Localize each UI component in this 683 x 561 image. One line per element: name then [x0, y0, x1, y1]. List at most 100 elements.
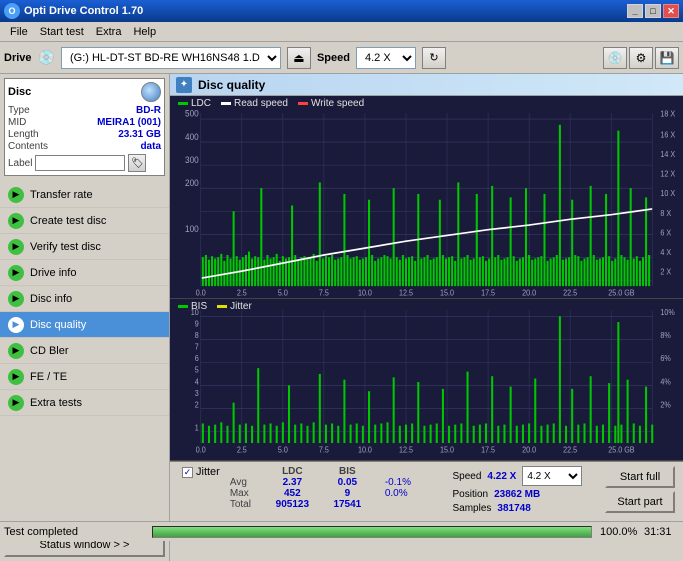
speed-row: Speed 4.22 X 4.2 X	[453, 466, 583, 486]
svg-text:16 X: 16 X	[660, 130, 675, 140]
svg-text:8 X: 8 X	[660, 208, 671, 218]
start-part-button[interactable]: Start part	[605, 491, 675, 513]
disc-label-icon-btn[interactable]: 🏷	[128, 154, 146, 172]
refresh-button[interactable]: ↻	[422, 47, 446, 69]
nav-label-fe-te: FE / TE	[30, 371, 67, 383]
position-row: Position 23862 MB	[453, 489, 583, 500]
app-icon: O	[4, 3, 20, 19]
total-label: Total	[230, 499, 265, 510]
sidebar-item-transfer-rate[interactable]: ▶ Transfer rate	[0, 182, 169, 208]
menu-start-test[interactable]: Start test	[34, 24, 90, 40]
nav-icon-disc-info: ▶	[8, 291, 24, 307]
svg-text:12.5: 12.5	[399, 288, 413, 298]
avg-bis: 0.05	[320, 477, 375, 488]
start-buttons: Start full Start part	[605, 466, 675, 513]
svg-text:4 X: 4 X	[660, 248, 671, 258]
sidebar-item-extra-tests[interactable]: ▶ Extra tests	[0, 390, 169, 416]
nav-icon-verify-test-disc: ▶	[8, 239, 24, 255]
stats-max-row: Max 452 9 0.0%	[230, 488, 430, 499]
avg-label: Avg	[230, 477, 265, 488]
title-buttons: _ □ ✕	[627, 4, 679, 18]
maximize-button[interactable]: □	[645, 4, 661, 18]
speed-select[interactable]: 4.2 X	[356, 47, 416, 69]
jitter-checkbox[interactable]: ✓	[182, 467, 193, 478]
drive-eject-button[interactable]: ⏏	[287, 47, 311, 69]
minimize-button[interactable]: _	[627, 4, 643, 18]
svg-text:20.0: 20.0	[522, 445, 536, 455]
read-dot	[221, 102, 231, 105]
svg-text:15.0: 15.0	[440, 445, 454, 455]
disc-info-box: Disc Type BD-R MID MEIRA1 (001) Length 2…	[4, 78, 165, 176]
nav-label-drive-info: Drive info	[30, 267, 76, 279]
speed-label: Speed	[317, 52, 350, 64]
svg-text:6%: 6%	[660, 354, 671, 364]
top-chart-section: LDC Read speed Write speed	[170, 96, 683, 299]
ldc-dot	[178, 102, 188, 105]
svg-text:15.0: 15.0	[440, 288, 454, 298]
max-bis: 9	[320, 488, 375, 499]
nav-icon-transfer-rate: ▶	[8, 187, 24, 203]
drive-select[interactable]: (G:) HL-DT-ST BD-RE WH16NS48 1.D3	[61, 47, 281, 69]
speed-dropdown[interactable]: 4.2 X	[522, 466, 582, 486]
disc-section-title: Disc	[8, 86, 31, 98]
legend-jitter: Jitter	[217, 301, 252, 312]
svg-text:4: 4	[195, 377, 200, 387]
svg-text:7: 7	[195, 342, 199, 352]
read-label: Read speed	[234, 98, 288, 109]
top-chart-svg: 500 400 300 200 100 18 X 16 X 14 X 12 X …	[170, 96, 683, 298]
nav-label-create-test-disc: Create test disc	[30, 215, 106, 227]
disc-icon-btn[interactable]: 💿	[603, 47, 627, 69]
stats-area: ✓ Jitter LDC BIS	[170, 461, 683, 561]
svg-text:500: 500	[185, 108, 199, 119]
disc-label-row: Label 🏷	[8, 154, 161, 172]
speed-stat-label: Speed	[453, 471, 482, 482]
svg-text:17.5: 17.5	[481, 288, 495, 298]
sidebar-item-disc-info[interactable]: ▶ Disc info	[0, 286, 169, 312]
menu-file[interactable]: File	[4, 24, 34, 40]
position-label: Position	[453, 489, 489, 500]
svg-text:3: 3	[195, 388, 199, 398]
samples-row: Samples 381748	[453, 503, 583, 514]
chart-header: ✦ Disc quality	[170, 74, 683, 96]
disc-type-value: BD-R	[136, 105, 161, 116]
disc-label-input[interactable]	[35, 155, 125, 171]
disc-contents-label: Contents	[8, 141, 48, 152]
start-full-button[interactable]: Start full	[605, 466, 675, 488]
svg-text:10 X: 10 X	[660, 189, 675, 199]
svg-text:22.5: 22.5	[563, 288, 577, 298]
stats-table: LDC BIS Avg 2.37 0.05 -0.1%	[230, 466, 430, 510]
save-icon-btn[interactable]: 💾	[655, 47, 679, 69]
svg-text:0.0: 0.0	[196, 445, 206, 455]
jitter-check: ✓ Jitter	[182, 466, 220, 478]
nav-icon-create-test-disc: ▶	[8, 213, 24, 229]
close-button[interactable]: ✕	[663, 4, 679, 18]
settings-icon-btn[interactable]: ⚙	[629, 47, 653, 69]
bis-header: BIS	[320, 466, 375, 477]
svg-text:0.0: 0.0	[196, 288, 206, 298]
samples-value: 381748	[497, 503, 530, 514]
menu-help[interactable]: Help	[127, 24, 162, 40]
avg-ldc: 2.37	[265, 477, 320, 488]
svg-text:2.5: 2.5	[237, 288, 247, 298]
top-chart-legend: LDC Read speed Write speed	[178, 98, 364, 109]
sidebar-item-disc-quality[interactable]: ▶ Disc quality	[0, 312, 169, 338]
svg-text:100: 100	[185, 224, 199, 235]
jitter-label: Jitter	[230, 301, 252, 312]
nav-label-extra-tests: Extra tests	[30, 397, 82, 409]
sidebar-item-create-test-disc[interactable]: ▶ Create test disc	[0, 208, 169, 234]
avg-jitter: -0.1%	[385, 477, 430, 488]
sidebar-item-verify-test-disc[interactable]: ▶ Verify test disc	[0, 234, 169, 260]
svg-text:5.0: 5.0	[278, 288, 288, 298]
nav-label-verify-test-disc: Verify test disc	[30, 241, 101, 253]
svg-text:10.0: 10.0	[358, 288, 372, 298]
sidebar-item-drive-info[interactable]: ▶ Drive info	[0, 260, 169, 286]
svg-text:17.5: 17.5	[481, 445, 495, 455]
sidebar-item-fe-te[interactable]: ▶ FE / TE	[0, 364, 169, 390]
left-panel: Disc Type BD-R MID MEIRA1 (001) Length 2…	[0, 74, 170, 561]
disc-image-icon	[141, 82, 161, 102]
menu-extra[interactable]: Extra	[90, 24, 128, 40]
nav-icon-extra-tests: ▶	[8, 395, 24, 411]
nav-icon-disc-quality: ▶	[8, 317, 24, 333]
disc-contents-row: Contents data	[8, 141, 161, 152]
sidebar-item-cd-bler[interactable]: ▶ CD Bler	[0, 338, 169, 364]
